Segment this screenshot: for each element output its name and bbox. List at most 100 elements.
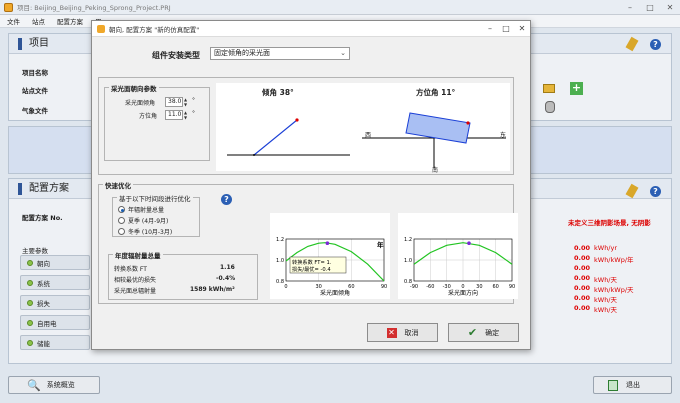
minimize-icon[interactable]: –	[482, 21, 498, 37]
result-value: 0.00	[574, 244, 591, 252]
result-unit: kWh/天	[594, 276, 618, 284]
y-tick-label: 1.2	[276, 237, 284, 243]
help-icon[interactable]: ?	[650, 186, 661, 197]
close-icon[interactable]: ✕	[514, 21, 530, 37]
radio-annual[interactable]: 年辐射量总量	[118, 205, 164, 214]
y-tick-label: 1.0	[276, 258, 284, 264]
result-value: 0.00	[574, 304, 591, 312]
x-axis-label: 采光面方向	[448, 289, 478, 297]
total-irr-value: 1589 kWh/m²	[190, 286, 235, 293]
orientation-params-title: 采光面朝向参数	[109, 83, 159, 93]
result-value: 0.00	[574, 264, 591, 272]
exit-button[interactable]: 退出	[593, 376, 672, 394]
site-file-label: 站点文件	[22, 87, 48, 95]
folder-icon[interactable]	[543, 84, 555, 93]
orientation-button[interactable]: 朝向	[20, 255, 90, 270]
radio-winter[interactable]: 冬季 (10月-3月)	[118, 227, 172, 236]
x-tick-label: 0	[284, 284, 287, 290]
result-unit: kWh/yr	[594, 244, 618, 252]
menu-site[interactable]: 站点	[32, 16, 45, 26]
loss-value: -0.4%	[216, 275, 236, 282]
cancel-icon: ✕	[386, 327, 397, 338]
azimuth-chart: 0.81.01.2-90 -60 -30 0 30 60 90采光面方向	[404, 237, 515, 297]
project-name-label: 项目名称	[22, 69, 48, 77]
result-value: 0.00	[574, 274, 591, 282]
cancel-button[interactable]: ✕ 取消	[367, 323, 438, 342]
result-unit: kWh/kWp/天	[594, 286, 634, 294]
orientation-dialog: 朝向, 配置方案 "新的仿真配置" – □ ✕ 组件安装类型 固定倾角的采光面 ⌄…	[91, 20, 531, 350]
check-icon: ✔	[467, 326, 478, 339]
window-title: 项目: Beijing_Beijing_Peking_Sprong_Projec…	[17, 4, 171, 12]
x-axis-label: 采光面倾角	[320, 289, 350, 297]
ft-value: 1.16	[220, 264, 235, 271]
component-type-select[interactable]: 固定倾角的采光面 ⌄	[210, 47, 350, 60]
self-consumption-button[interactable]: 自用电	[20, 315, 90, 330]
close-icon[interactable]: ✕	[660, 0, 680, 15]
tilt-diagram	[227, 118, 350, 156]
component-type-label: 组件安装类型	[152, 51, 200, 60]
azimuth-spinner[interactable]: ▲ ▼	[184, 110, 189, 120]
annual-irradiance-title: 年度辐射量总量	[113, 250, 163, 260]
x-tick-label: -90	[410, 284, 418, 290]
x-tick-label: -60	[426, 284, 434, 290]
x-tick-label: 90	[381, 284, 387, 290]
azimuth-unit: °	[192, 110, 195, 117]
help-icon[interactable]: ?	[650, 39, 661, 50]
ok-button[interactable]: ✔ 确定	[448, 323, 519, 342]
magnifier-icon: 🔍	[27, 378, 41, 392]
dialog-title-bar: 朝向, 配置方案 "新的仿真配置" – □ ✕	[92, 21, 530, 37]
dialog-title: 朝向, 配置方案 "新的仿真配置"	[109, 25, 200, 34]
current-point-marker	[325, 241, 330, 245]
help-icon[interactable]: ?	[221, 194, 232, 205]
tilt-label: 采光面倾角	[125, 100, 156, 107]
y-tick-label: 0.8	[276, 279, 284, 285]
x-tick-label: 90	[509, 284, 515, 290]
minimize-icon[interactable]: –	[620, 0, 640, 15]
radio-summer[interactable]: 夏季 (4月-9月)	[118, 216, 168, 225]
menu-config[interactable]: 配置方案	[57, 16, 83, 26]
tilt-input[interactable]: 38.0	[165, 97, 183, 107]
chevron-down-icon: ⌄	[340, 49, 346, 57]
maximize-icon[interactable]: □	[498, 21, 514, 37]
y-tick-label: 1.2	[404, 237, 412, 243]
storage-button[interactable]: 储能	[20, 335, 90, 350]
losses-button[interactable]: 损失	[20, 295, 90, 310]
config-no-label: 配置方案 No.	[22, 214, 63, 222]
result-unit: kWh/kWp/年	[594, 256, 634, 264]
result-unit: kWh/天	[594, 306, 618, 314]
shading-warning: 未定义三维阴影场景, 无阴影	[568, 219, 651, 227]
tooltip-line: 损失/最优= -0.4	[292, 265, 331, 273]
system-button[interactable]: 系统	[20, 275, 90, 290]
title-bar: 项目: Beijing_Beijing_Peking_Sprong_Projec…	[0, 0, 680, 15]
menu-file[interactable]: 文件	[7, 16, 20, 26]
result-value: 0.00	[574, 254, 591, 262]
exit-icon	[608, 379, 618, 391]
database-icon[interactable]	[545, 101, 555, 113]
ft-label: 转换系数 FT	[114, 266, 147, 273]
result-value: 0.00	[574, 294, 591, 302]
tilt-unit: °	[192, 97, 195, 104]
compass-east: 东	[500, 132, 507, 139]
total-irr-label: 采光面总辐射量	[114, 288, 157, 295]
x-tick-label: 60	[492, 284, 498, 290]
app-icon	[4, 2, 13, 12]
dialog-app-icon	[97, 24, 105, 33]
compass-west: 西	[365, 132, 372, 139]
maximize-icon[interactable]: □	[640, 0, 660, 15]
loss-label: 相较最优的损失	[114, 277, 157, 284]
opt-period-title: 基于以下时间段进行优化	[117, 193, 193, 203]
system-overview-button[interactable]: 🔍 系统概览	[8, 376, 100, 394]
azimuth-diagram	[362, 112, 506, 168]
quick-opt-title: 快速优化	[103, 180, 133, 190]
main-params-label: 主要参数	[22, 247, 48, 255]
add-icon[interactable]: +	[570, 82, 583, 95]
azimuth-input[interactable]: 11.0	[165, 110, 183, 120]
result-unit: kWh/天	[594, 296, 618, 304]
tilt-chart: 0.81.01.20 30 60 90采光面倾角年转换系数 FT= 1.损失/最优= …	[276, 237, 387, 297]
weather-file-label: 气象文件	[22, 107, 48, 115]
compass-south: 南	[432, 167, 439, 174]
tilt-spinner[interactable]: ▲ ▼	[184, 97, 189, 107]
y-tick-label: 1.0	[404, 258, 412, 264]
result-value: 0.00	[574, 284, 591, 292]
current-point-marker	[467, 241, 471, 245]
